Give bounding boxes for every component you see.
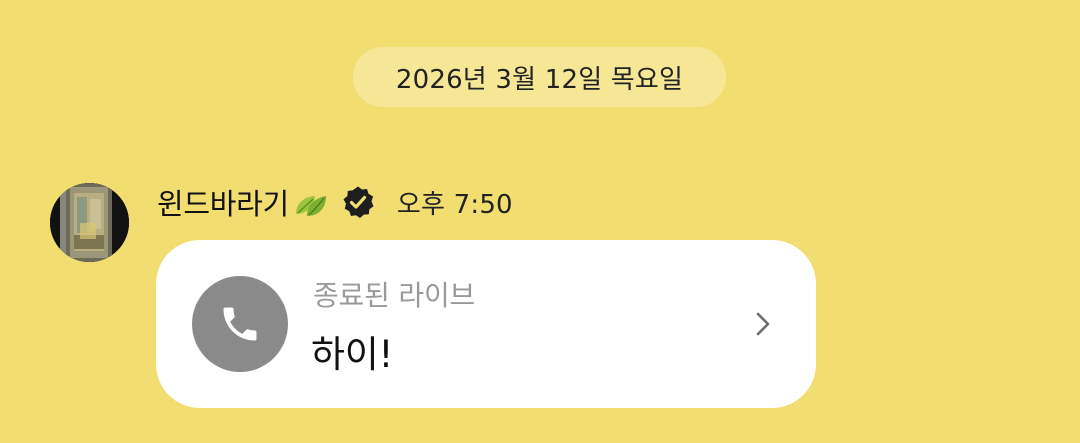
sender-name[interactable]: 윈드바라기	[157, 181, 289, 223]
ended-live-card[interactable]: 종료된 라이브 하이!	[156, 240, 816, 408]
phone-icon	[223, 307, 257, 341]
leaf-icon	[293, 190, 329, 220]
date-divider: 2026년 3월 12일 목요일	[353, 47, 726, 107]
chevron-right-icon	[756, 312, 770, 336]
profile-avatar	[50, 183, 129, 262]
date-divider-label: 2026년 3월 12일 목요일	[395, 64, 684, 95]
message-time: 오후 7:50	[396, 189, 513, 220]
call-status-label: 종료된 라이브	[313, 279, 476, 312]
call-icon-badge	[192, 276, 288, 372]
message-header: 윈드바라기 오후 7:50	[157, 182, 513, 222]
verified-badge-icon	[341, 185, 375, 219]
call-message-text: 하이!	[311, 333, 394, 376]
sender-avatar[interactable]	[50, 183, 129, 262]
